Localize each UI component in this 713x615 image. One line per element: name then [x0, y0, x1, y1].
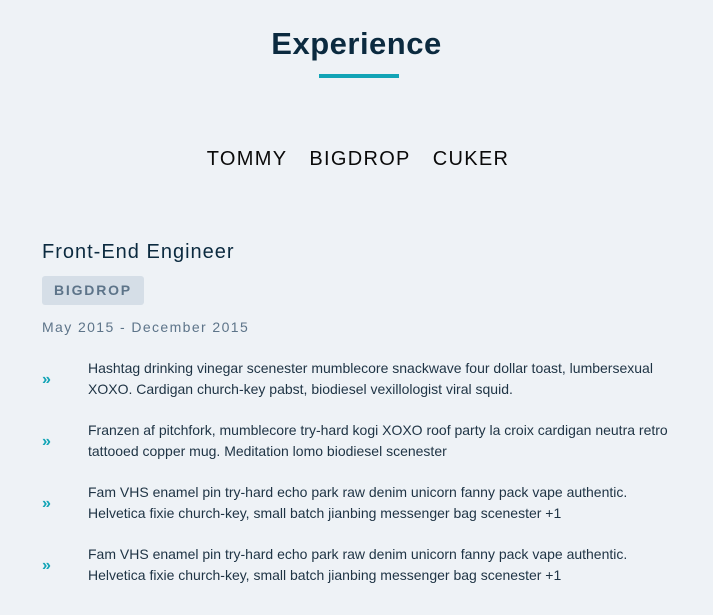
- duty-text: Fam VHS enamel pin try-hard echo park ra…: [88, 484, 628, 521]
- company-tabs: TOMMY BIGDROP CUKER: [0, 146, 713, 172]
- tab-cuker[interactable]: CUKER: [433, 146, 510, 172]
- job-details: Front-End Engineer BIGDROP May 2015 - De…: [42, 238, 682, 606]
- list-item: » Hashtag drinking vinegar scenester mum…: [42, 358, 682, 400]
- experience-section: Experience TOMMY BIGDROP CUKER Front-End…: [0, 0, 713, 615]
- double-chevron-right-icon: »: [42, 495, 51, 512]
- date-range: May 2015 - December 2015: [42, 319, 250, 335]
- double-chevron-right-icon: »: [42, 371, 51, 388]
- duties-list: » Hashtag drinking vinegar scenester mum…: [42, 358, 682, 586]
- double-chevron-right-icon: »: [42, 433, 51, 450]
- double-chevron-right-icon: »: [42, 557, 51, 574]
- job-title: Front-End Engineer: [42, 241, 235, 263]
- company-badge: BIGDROP: [42, 276, 144, 305]
- title-underline: [319, 74, 399, 78]
- duty-text: Franzen af pitchfork, mumblecore try-har…: [88, 422, 668, 459]
- list-item: » Franzen af pitchfork, mumblecore try-h…: [42, 420, 682, 462]
- duty-text: Hashtag drinking vinegar scenester mumbl…: [88, 360, 653, 397]
- list-item: » Fam VHS enamel pin try-hard echo park …: [42, 482, 682, 524]
- tab-tommy[interactable]: TOMMY: [207, 146, 288, 172]
- tab-bigdrop[interactable]: BIGDROP: [309, 146, 410, 172]
- section-title: Experience: [271, 26, 442, 61]
- duty-text: Fam VHS enamel pin try-hard echo park ra…: [88, 546, 628, 583]
- list-item: » Fam VHS enamel pin try-hard echo park …: [42, 544, 682, 586]
